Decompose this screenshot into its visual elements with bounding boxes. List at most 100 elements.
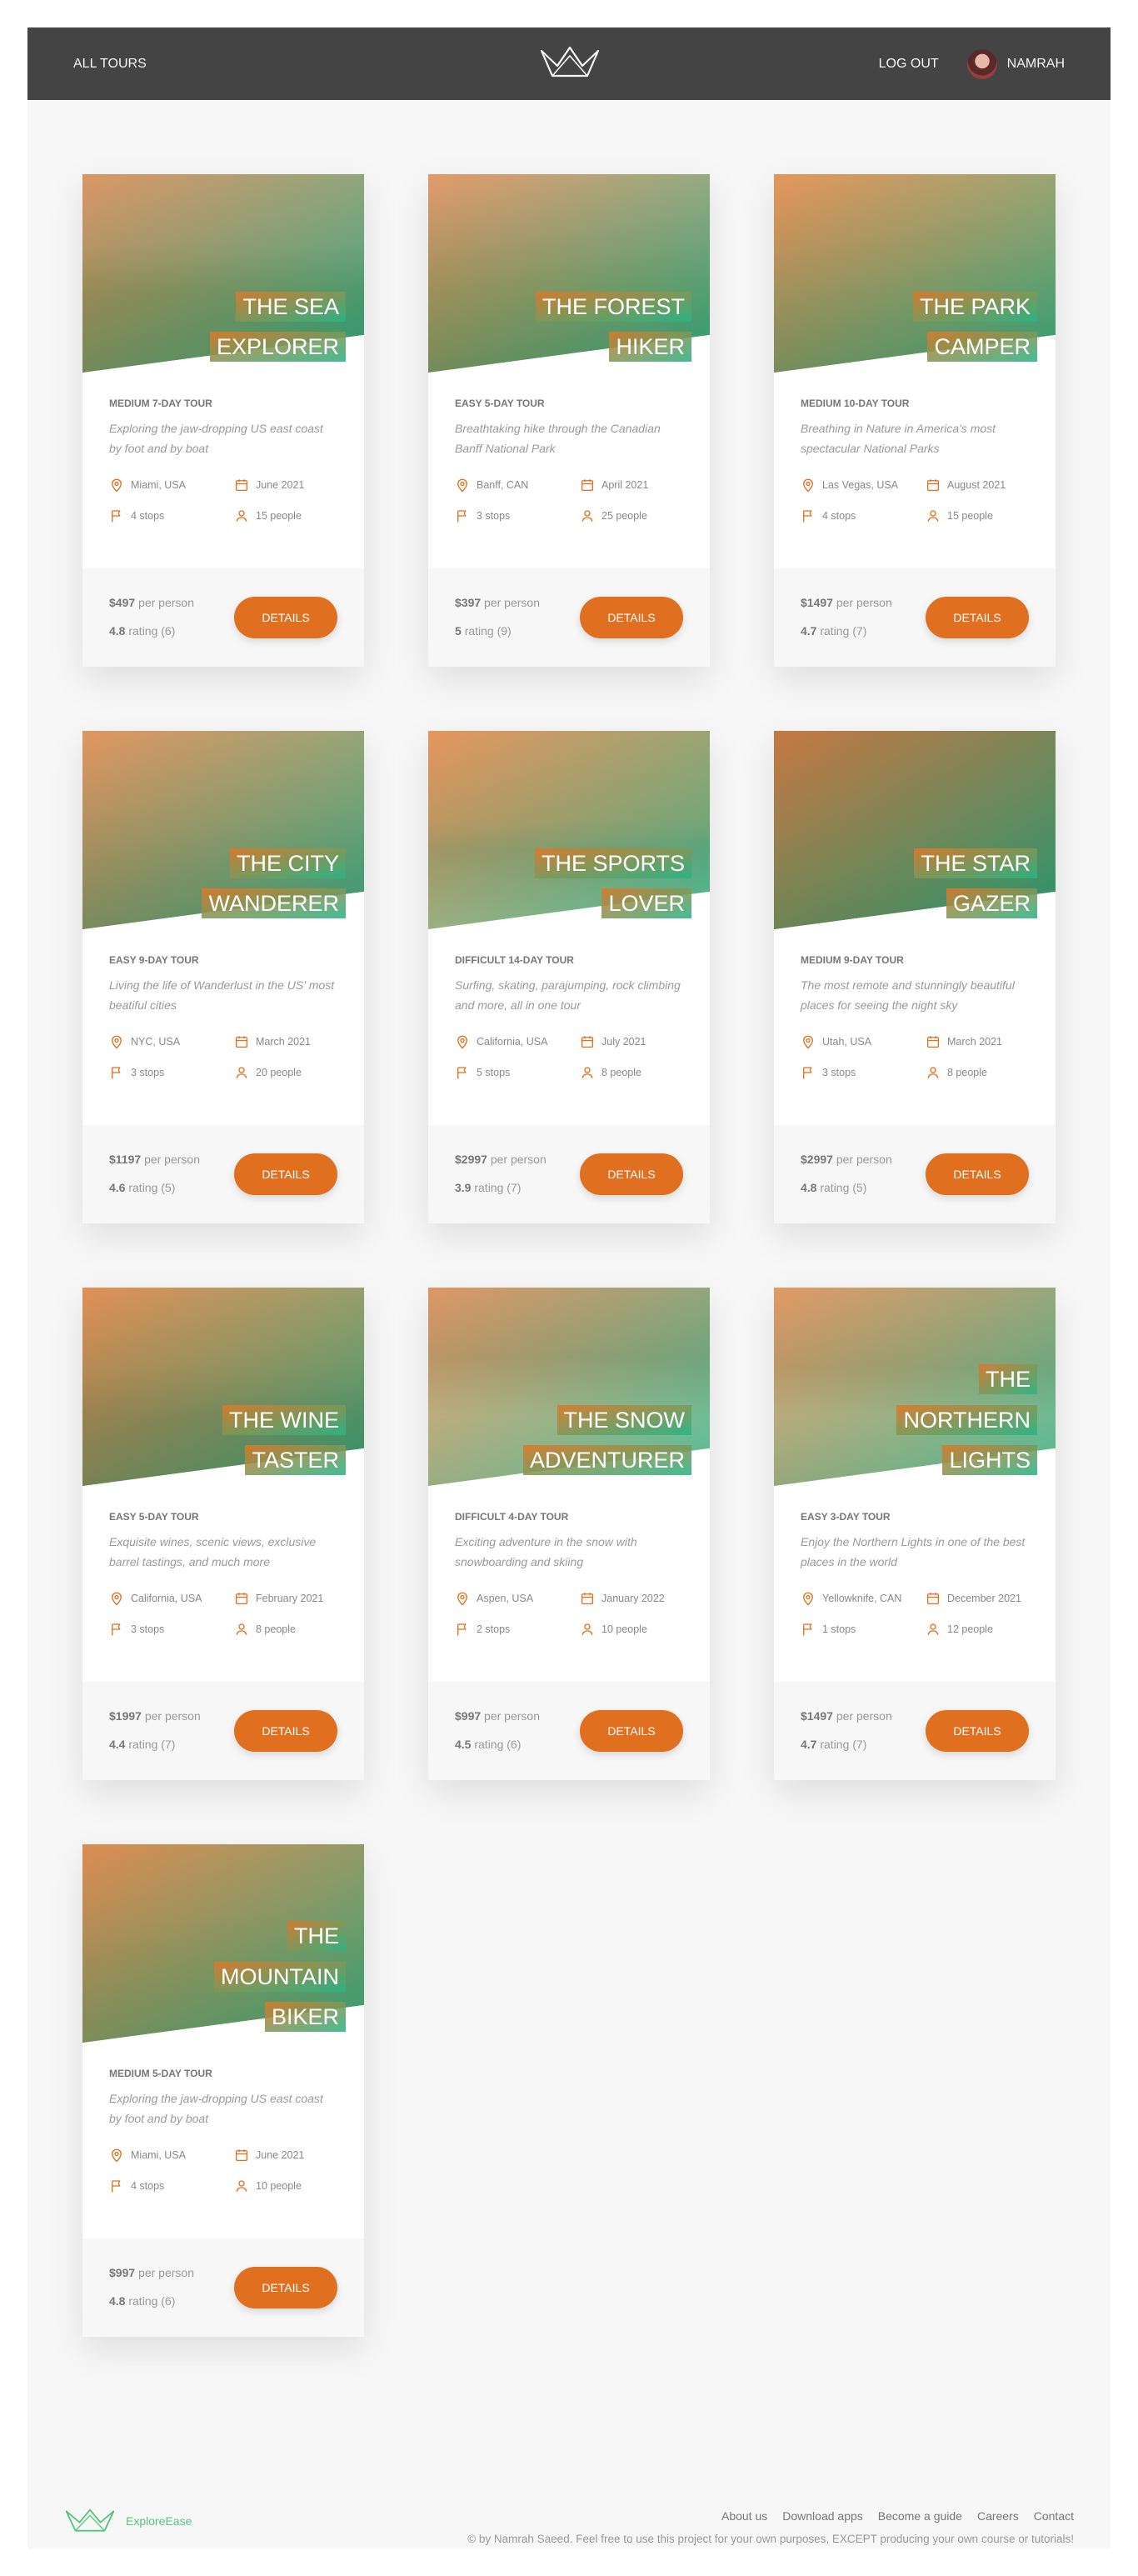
tour-summary: Exploring the jaw-dropping US east coast…: [109, 2092, 323, 2125]
tour-title: THE SEA EXPLORER: [146, 287, 346, 368]
tour-facts: Banff, CAN April 2021 3 stops 25 people: [455, 478, 683, 524]
location-text: California, USA: [477, 1036, 548, 1048]
rating-value: 4.8: [109, 2294, 126, 2308]
tour-title: THE SNOW ADVENTURER: [492, 1400, 691, 1481]
stops-text: 3 stops: [131, 1623, 165, 1635]
fact-stops: 3 stops: [801, 1065, 926, 1081]
tour-card: THE SEA EXPLORER MEDIUM 7-DAY TOUR Explor…: [82, 174, 364, 667]
people-text: 12 people: [947, 1623, 993, 1635]
footer-link-careers[interactable]: Careers: [977, 2509, 1019, 2523]
price-unit: per person: [138, 2266, 194, 2280]
tour-title-text: THE FOREST HIKER: [535, 291, 691, 363]
flag-icon: [457, 1067, 467, 1079]
crown-logo-icon[interactable]: [539, 44, 601, 81]
tour-card: THE CITY WANDERER EASY 9-DAY TOUR Living …: [82, 731, 364, 1223]
user-profile-link[interactable]: NAMRAH: [966, 48, 1065, 79]
tour-facts: Aspen, USA January 2022 2 stops 10 peopl…: [455, 1591, 683, 1638]
tour-title-text: THE CITY WANDERER: [202, 848, 346, 919]
difficulty-duration: EASY 9-DAY TOUR: [109, 954, 199, 966]
rating-value: 4.4: [109, 1738, 126, 1751]
footer-link-download[interactable]: Download apps: [782, 2509, 863, 2523]
user-icon: [236, 1067, 247, 1078]
card-footer: $397 per person 5 rating (9) DETAILS: [428, 568, 710, 667]
tour-title-text: THE SNOW ADVENTURER: [522, 1404, 691, 1476]
details-button[interactable]: DETAILS: [926, 1153, 1029, 1195]
fact-stops: 4 stops: [801, 508, 926, 524]
fact-stops: 3 stops: [455, 508, 580, 524]
calendar-icon: [235, 1593, 248, 1605]
price-unit: per person: [144, 1153, 200, 1167]
details-button[interactable]: DETAILS: [234, 597, 337, 638]
details-button[interactable]: DETAILS: [926, 597, 1029, 638]
rating-label: rating (6): [474, 1738, 522, 1751]
fact-people: 10 people: [580, 1622, 688, 1638]
fact-location: Yellowknife, CAN: [801, 1591, 926, 1607]
price-value: $2997: [455, 1153, 487, 1167]
card-footer: $1497 per person 4.7 rating (7) DETAILS: [774, 1682, 1056, 1780]
map-pin-icon: [803, 1592, 813, 1606]
fact-people: 8 people: [234, 1622, 342, 1638]
details-button[interactable]: DETAILS: [234, 1153, 337, 1195]
footer-link-contact[interactable]: Contact: [1034, 2509, 1074, 2523]
card-header: THE SNOW ADVENTURER: [428, 1288, 710, 1486]
rating-line: 5 rating (9): [455, 618, 540, 646]
flag-icon: [803, 1067, 812, 1079]
user-name: NAMRAH: [1006, 56, 1065, 71]
copyright: © by Namrah Saeed. Feel free to use this…: [467, 2533, 1074, 2545]
tour-stats: $1497 per person 4.7 rating (7): [801, 1703, 892, 1758]
tour-title-text: THE WINE TASTER: [222, 1404, 346, 1476]
tour-card: THE SPORTS LOVER DIFFICULT 14-DAY TOUR Su…: [428, 731, 710, 1223]
tour-title-text: THE MOUNTAIN BIKER: [214, 1921, 346, 2033]
rating-label: rating (6): [128, 624, 176, 638]
price-unit: per person: [836, 596, 892, 610]
fact-date: August 2021: [926, 478, 1034, 493]
details-button[interactable]: DETAILS: [580, 1710, 683, 1752]
rating-value: 4.5: [455, 1738, 472, 1751]
footer-link-about[interactable]: About us: [721, 2509, 767, 2523]
footer-logo[interactable]: ExploreEase: [64, 2508, 192, 2533]
fact-date: March 2021: [926, 1034, 1034, 1050]
fact-date: April 2021: [580, 478, 688, 493]
tour-stats: $2997 per person 3.9 rating (7): [455, 1146, 547, 1202]
details-button[interactable]: DETAILS: [234, 1710, 337, 1752]
card-footer: $997 per person 4.5 rating (6) DETAILS: [428, 1682, 710, 1780]
price-value: $397: [455, 596, 482, 610]
rating-value: 4.7: [801, 1738, 817, 1751]
tour-summary: Breathtaking hike through the Canadian B…: [455, 422, 661, 455]
flag-icon: [112, 1623, 121, 1636]
map-pin-icon: [112, 1035, 122, 1049]
flag-icon: [803, 510, 812, 523]
card-footer: $1197 per person 4.6 rating (5) DETAILS: [82, 1125, 364, 1223]
difficulty-duration: MEDIUM 9-DAY TOUR: [801, 954, 904, 966]
card-details: MEDIUM 7-DAY TOUR Exploring the jaw-drop…: [82, 373, 364, 568]
card-header: THE PARK CAMPER: [774, 174, 1056, 373]
price-value: $997: [455, 1709, 482, 1723]
date-text: February 2021: [256, 1593, 324, 1604]
all-tours-link[interactable]: All tours: [73, 57, 147, 72]
flag-icon: [457, 1623, 467, 1636]
user-icon: [581, 1067, 593, 1078]
details-button[interactable]: DETAILS: [926, 1710, 1029, 1752]
logout-link[interactable]: Log out: [879, 57, 939, 72]
tour-stats: $1197 per person 4.6 rating (5): [109, 1146, 200, 1202]
card-details: MEDIUM 9-DAY TOUR The most remote and st…: [774, 929, 1056, 1125]
rating-label: rating (7): [128, 1738, 176, 1751]
tour-title: THE WINE TASTER: [146, 1400, 346, 1481]
details-button[interactable]: DETAILS: [580, 597, 683, 638]
fact-location: Aspen, USA: [455, 1591, 580, 1607]
card-details: EASY 3-DAY TOUR Enjoy the Northern Light…: [774, 1486, 1056, 1682]
details-button[interactable]: DETAILS: [580, 1153, 683, 1195]
rating-line: 4.4 rating (7): [109, 1731, 201, 1759]
map-pin-icon: [457, 1035, 467, 1049]
price-line: $1997 per person: [109, 1703, 201, 1731]
fact-stops: 4 stops: [109, 508, 234, 524]
map-pin-icon: [112, 478, 122, 493]
footer-link-guide[interactable]: Become a guide: [878, 2509, 962, 2523]
details-button[interactable]: DETAILS: [234, 2267, 337, 2308]
user-icon: [927, 1067, 939, 1078]
tour-stats: $997 per person 4.5 rating (6): [455, 1703, 540, 1758]
tour-title: THE PARK CAMPER: [837, 287, 1037, 368]
people-text: 8 people: [947, 1066, 987, 1078]
location-text: Las Vegas, USA: [822, 479, 899, 491]
fact-location: Banff, CAN: [455, 478, 580, 493]
